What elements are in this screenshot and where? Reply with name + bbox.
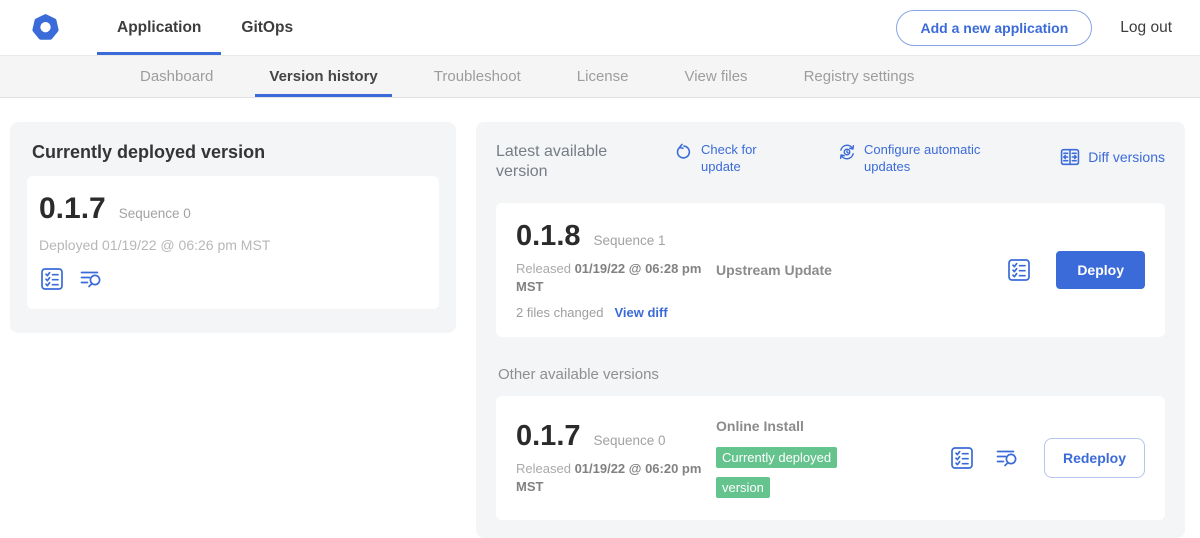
top-nav-right: Add a new application Log out <box>896 10 1172 46</box>
currently-deployed-panel: Currently deployed version 0.1.7 Sequenc… <box>10 122 456 333</box>
diff-versions-link[interactable]: Diff versions <box>1059 146 1165 168</box>
top-nav: Application GitOps Add a new application… <box>0 0 1200 56</box>
files-changed-row: 2 files changed View diff <box>516 305 716 320</box>
latest-available-title: Latest available version <box>496 142 648 182</box>
checklist-icon[interactable] <box>39 266 65 292</box>
latest-version-card: 0.1.8 Sequence 1 Released 01/19/22 @ 06:… <box>496 203 1165 337</box>
diff-versions-label: Diff versions <box>1088 148 1165 166</box>
badge-wrap: Currently deployed version <box>716 443 866 502</box>
deployed-timestamp: Deployed 01/19/22 @ 06:26 pm MST <box>39 237 423 253</box>
sequence-label: Sequence 1 <box>594 233 666 248</box>
released-prefix: Released <box>516 261 571 276</box>
version-number: 0.1.7 <box>516 420 581 453</box>
source-label: Upstream Update <box>716 262 884 278</box>
add-application-button[interactable]: Add a new application <box>896 10 1092 46</box>
version-info: 0.1.7 Sequence 0 Released 01/19/22 @ 06:… <box>516 420 716 496</box>
checklist-icon[interactable] <box>949 445 975 471</box>
check-for-update-label: Check for update <box>701 142 767 176</box>
tab-application[interactable]: Application <box>97 0 221 55</box>
version-actions: Deploy <box>1006 251 1145 289</box>
version-row: 0.1.8 Sequence 1 <box>516 220 716 253</box>
subnav-tab-dashboard[interactable]: Dashboard <box>112 56 241 97</box>
deployed-version-card: 0.1.7 Sequence 0 Deployed 01/19/22 @ 06:… <box>27 176 439 309</box>
configure-automatic-updates-label: Configure automatic updates <box>864 142 1000 176</box>
logout-link[interactable]: Log out <box>1120 19 1172 37</box>
sequence-label: Sequence 0 <box>594 433 666 448</box>
files-changed-label: 2 files changed <box>516 305 603 320</box>
main-content: Currently deployed version 0.1.7 Sequenc… <box>0 98 1200 538</box>
latest-available-panel: Latest available version Check for updat… <box>476 122 1185 538</box>
deploy-button[interactable]: Deploy <box>1056 251 1145 289</box>
check-for-update-link[interactable]: Check for update <box>674 142 767 176</box>
version-row: 0.1.7 Sequence 0 <box>39 192 423 226</box>
subnav-tab-troubleshoot[interactable]: Troubleshoot <box>406 56 549 97</box>
top-nav-tabs: Application GitOps <box>97 0 313 55</box>
subnav-tab-view-files[interactable]: View files <box>656 56 775 97</box>
version-number: 0.1.7 <box>39 192 106 226</box>
released-timestamp: Released 01/19/22 @ 06:28 pm MST <box>516 260 716 296</box>
version-row: 0.1.7 Sequence 0 <box>516 420 716 453</box>
other-version-card: 0.1.7 Sequence 0 Released 01/19/22 @ 06:… <box>496 396 1165 519</box>
app-sub-nav: Dashboard Version history Troubleshoot L… <box>0 56 1200 98</box>
refresh-icon <box>674 142 694 162</box>
subnav-tab-version-history[interactable]: Version history <box>241 56 405 97</box>
currently-deployed-badge: Currently deployed version <box>716 447 837 498</box>
redeploy-button[interactable]: Redeploy <box>1044 438 1145 478</box>
other-versions-header: Other available versions <box>498 366 1165 383</box>
released-prefix: Released <box>516 461 571 476</box>
version-actions: Redeploy <box>949 438 1145 478</box>
version-actions <box>39 266 423 292</box>
logs-search-icon[interactable] <box>994 445 1020 471</box>
subnav-tab-registry-settings[interactable]: Registry settings <box>776 56 943 97</box>
view-diff-link[interactable]: View diff <box>614 305 667 320</box>
checklist-icon[interactable] <box>1006 257 1032 283</box>
latest-panel-header: Latest available version Check for updat… <box>496 142 1165 182</box>
diff-versions-icon <box>1059 146 1081 168</box>
subnav-tab-license[interactable]: License <box>549 56 657 97</box>
source-label: Online Install <box>716 418 884 434</box>
configure-automatic-updates-link[interactable]: Configure automatic updates <box>837 142 1000 176</box>
auto-update-clock-icon <box>837 142 857 162</box>
version-info: 0.1.8 Sequence 1 Released 01/19/22 @ 06:… <box>516 220 716 320</box>
logs-search-icon[interactable] <box>78 266 104 292</box>
currently-deployed-title: Currently deployed version <box>32 142 439 163</box>
version-number: 0.1.8 <box>516 220 581 253</box>
released-timestamp: Released 01/19/22 @ 06:20 pm MST <box>516 460 716 496</box>
app-logo-icon <box>30 12 61 43</box>
sequence-label: Sequence 0 <box>119 206 191 221</box>
version-source: Upstream Update <box>716 262 884 278</box>
version-source: Online Install Currently deployed versio… <box>716 418 884 502</box>
tab-gitops[interactable]: GitOps <box>221 0 313 55</box>
